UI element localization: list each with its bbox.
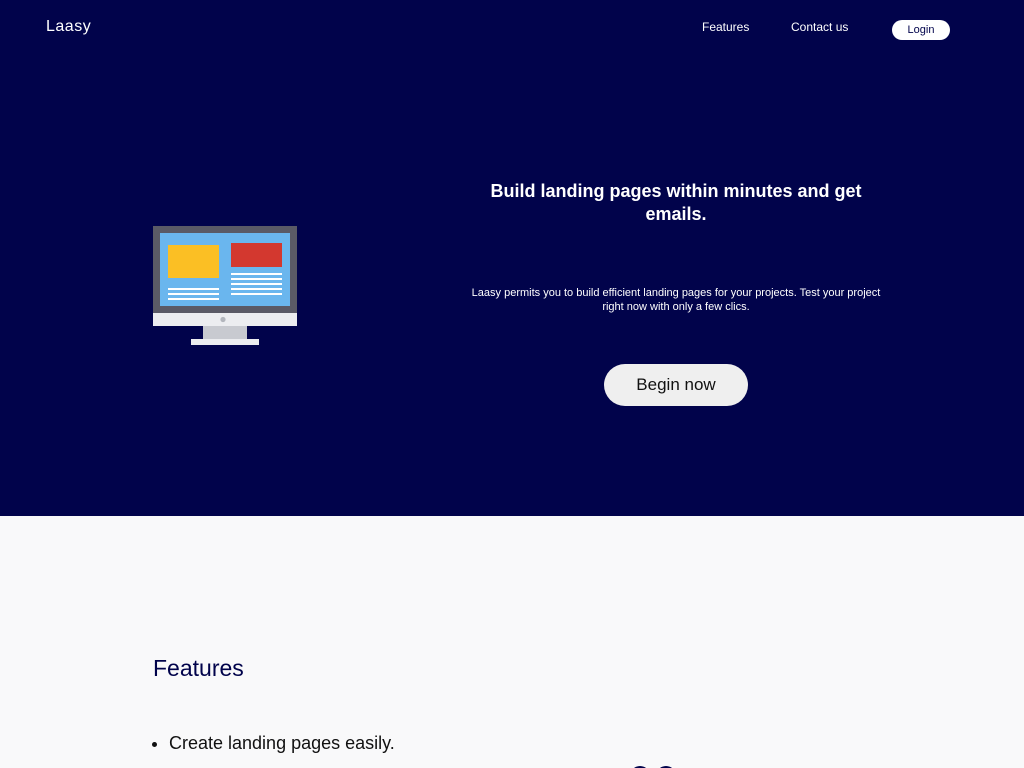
features-list: Create landing pages easily. — [150, 730, 395, 756]
monitor-base — [191, 339, 259, 345]
begin-now-button[interactable]: Begin now — [604, 364, 748, 406]
hero-section: Laasy Features Contact us Login Build la… — [0, 0, 1024, 516]
decorative-circles-icon — [634, 766, 672, 768]
login-button[interactable]: Login — [892, 20, 950, 40]
logo[interactable]: Laasy — [46, 18, 91, 36]
red-block — [231, 243, 282, 267]
monitor-stand — [203, 326, 247, 340]
nav-link-contact[interactable]: Contact us — [791, 20, 848, 34]
list-item: Create landing pages easily. — [169, 730, 395, 756]
hero-headline: Build landing pages within minutes and g… — [490, 181, 862, 224]
power-button-icon — [220, 316, 226, 323]
monitor-icon — [153, 226, 297, 345]
features-title: Features — [153, 655, 244, 681]
yellow-block — [168, 245, 219, 278]
nav-link-features[interactable]: Features — [702, 20, 749, 34]
hero-subtext: Laasy permits you to build efficient lan… — [471, 287, 881, 313]
